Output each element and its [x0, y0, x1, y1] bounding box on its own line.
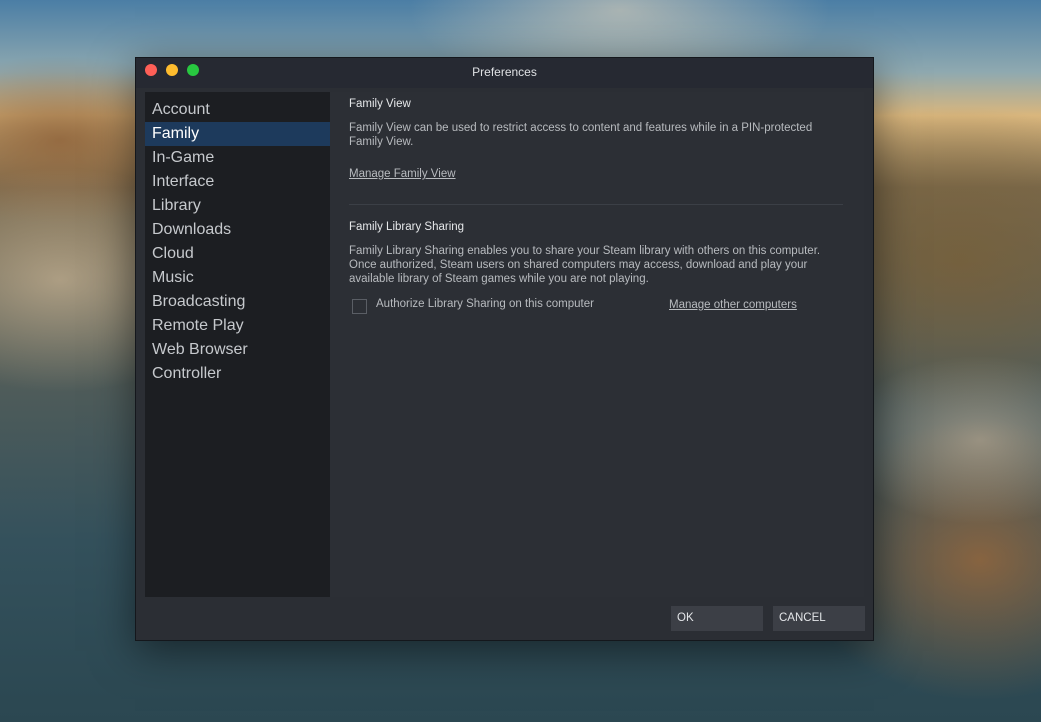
sidebar-item-music[interactable]: Music: [145, 266, 330, 290]
section-divider: [349, 204, 843, 205]
sidebar-item-controller[interactable]: Controller: [145, 362, 330, 386]
sidebar-item-remote-play[interactable]: Remote Play: [145, 314, 330, 338]
family-settings-panel: Family View Family View can be used to r…: [330, 92, 864, 597]
preferences-window: Preferences Account Family In-Game Inter…: [135, 57, 874, 641]
authorize-sharing-label[interactable]: Authorize Library Sharing on this comput…: [376, 298, 594, 310]
sidebar-item-library[interactable]: Library: [145, 194, 330, 218]
sidebar-item-account[interactable]: Account: [145, 98, 330, 122]
sidebar-item-family[interactable]: Family: [145, 122, 330, 146]
ok-button[interactable]: OK: [671, 606, 763, 631]
title-bar[interactable]: Preferences: [136, 58, 873, 88]
sidebar-item-web-browser[interactable]: Web Browser: [145, 338, 330, 362]
manage-other-computers-link[interactable]: Manage other computers: [669, 299, 797, 311]
library-sharing-heading: Family Library Sharing: [349, 221, 465, 233]
window-title: Preferences: [472, 65, 537, 79]
sidebar-item-cloud[interactable]: Cloud: [145, 242, 330, 266]
library-sharing-description: Family Library Sharing enables you to sh…: [349, 245, 821, 285]
sidebar-item-broadcasting[interactable]: Broadcasting: [145, 290, 330, 314]
cancel-button[interactable]: CANCEL: [773, 606, 865, 631]
manage-family-view-link[interactable]: Manage Family View: [349, 168, 456, 180]
authorize-sharing-checkbox[interactable]: [352, 299, 367, 314]
family-view-description: Family View can be used to restrict acce…: [349, 122, 813, 148]
sidebar-item-interface[interactable]: Interface: [145, 170, 330, 194]
sidebar-item-downloads[interactable]: Downloads: [145, 218, 330, 242]
sidebar-item-in-game[interactable]: In-Game: [145, 146, 330, 170]
family-view-heading: Family View: [349, 98, 411, 110]
preferences-sidebar: Account Family In-Game Interface Library…: [145, 92, 330, 597]
